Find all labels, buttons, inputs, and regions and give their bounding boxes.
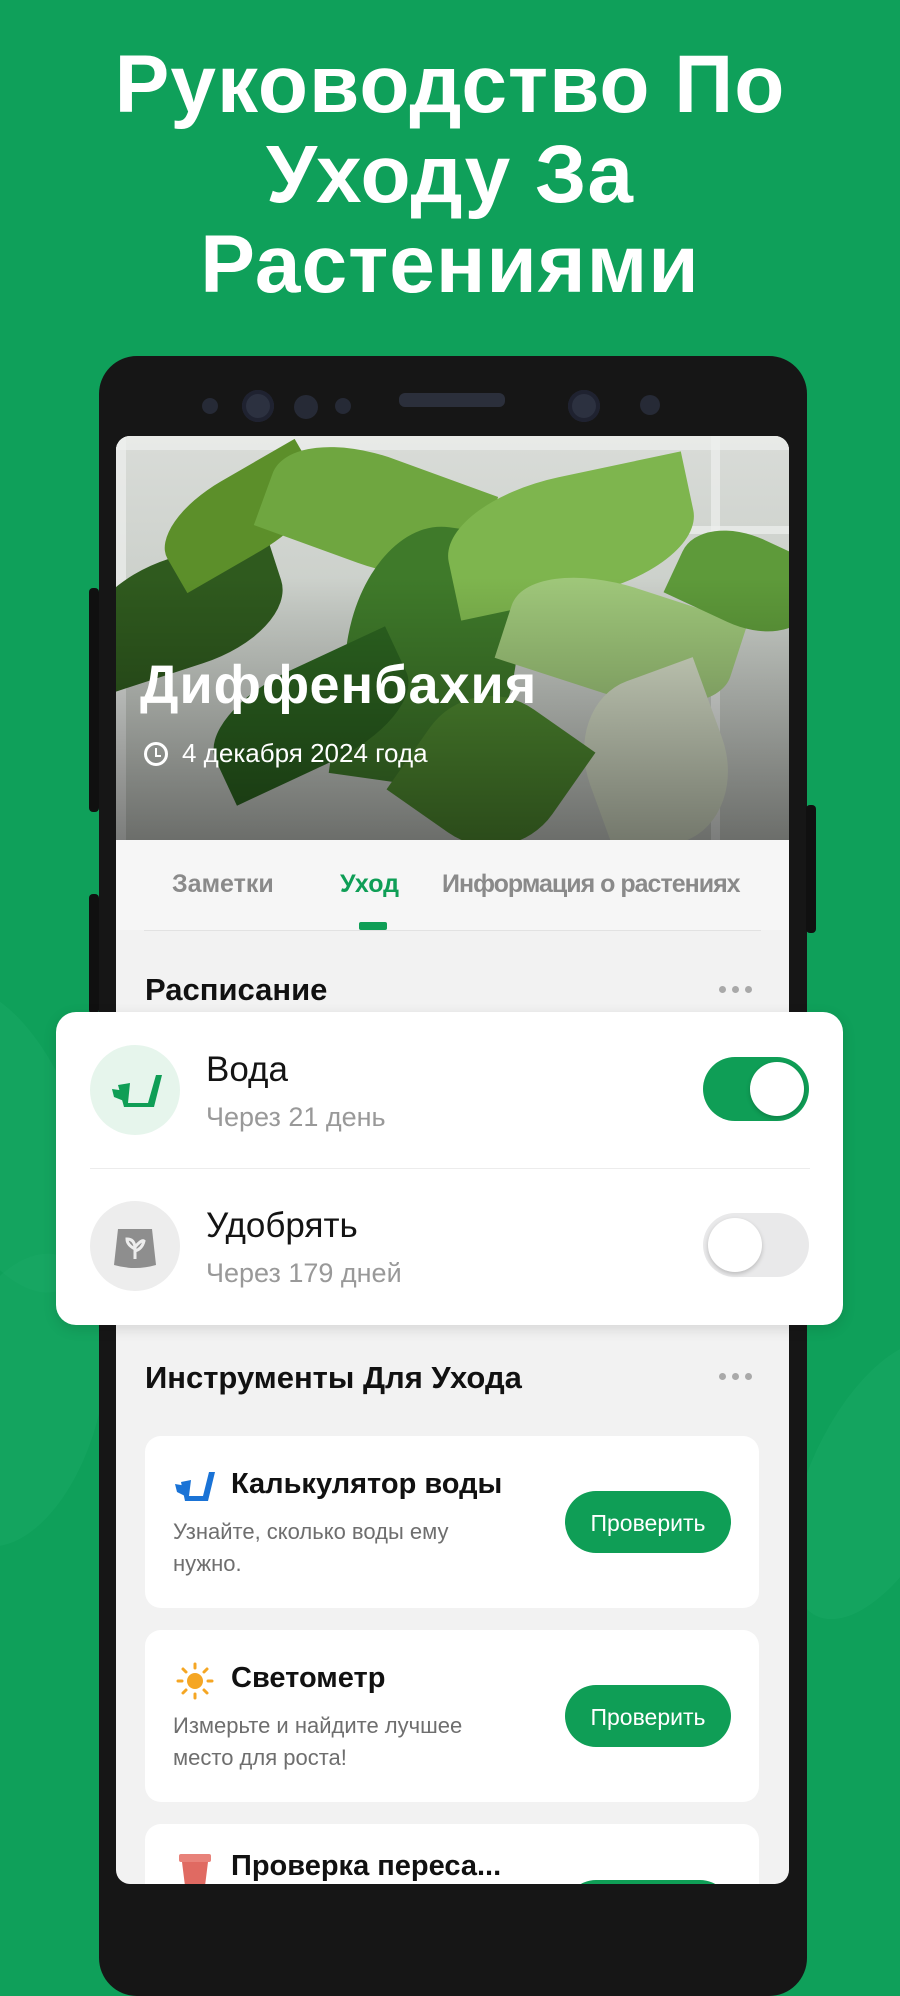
care-tools-more-icon[interactable] xyxy=(719,1373,752,1380)
plant-tabs: Заметки Уход Информация о растениях xyxy=(116,840,789,931)
tool-card-repot-check: Проверка переса... xyxy=(145,1824,759,1884)
schedule-title: Расписание xyxy=(145,972,328,1007)
schedule-row-water: Вода Через 21 день xyxy=(56,1012,843,1168)
toggle-knob xyxy=(750,1062,804,1116)
tool-name: Светометр xyxy=(231,1662,386,1694)
plant-name: Диффенбахия xyxy=(140,655,538,715)
schedule-more-icon[interactable] xyxy=(719,986,752,993)
plant-hero-image: Диффенбахия 4 декабря 2024 года xyxy=(116,436,789,840)
schedule-item-name: Вода xyxy=(206,1050,288,1089)
tool-name: Проверка переса... xyxy=(231,1850,502,1882)
sun-icon xyxy=(176,1662,214,1700)
front-camera xyxy=(568,390,600,422)
schedule-item-due: Через 21 день xyxy=(206,1102,386,1132)
active-tab-indicator xyxy=(359,922,387,930)
front-sensor xyxy=(335,398,351,414)
plant-date-row: 4 декабря 2024 года xyxy=(144,738,428,769)
tool-card-water-calculator: Калькулятор воды Узнайте, сколько воды е… xyxy=(145,1436,759,1608)
check-light-button[interactable]: Проверить xyxy=(565,1685,731,1747)
phone-side-button xyxy=(806,805,816,933)
schedule-item-due: Через 179 дней xyxy=(206,1258,402,1288)
check-repot-button[interactable] xyxy=(565,1880,731,1884)
water-toggle[interactable] xyxy=(703,1057,809,1121)
clock-icon xyxy=(144,741,168,766)
fertilizer-icon-circle xyxy=(90,1201,180,1291)
promo-headline: Руководство По Уходу За Растениями xyxy=(0,40,900,310)
fertilize-toggle[interactable] xyxy=(703,1213,809,1277)
tab-care[interactable]: Уход xyxy=(340,870,399,899)
headline-line: Растениями xyxy=(200,219,700,310)
front-sensor xyxy=(202,398,218,414)
front-sensor xyxy=(294,395,318,419)
tool-card-light-meter: Светометр Измерьте и найдите лучшее мест… xyxy=(145,1630,759,1802)
watering-can-icon xyxy=(112,1075,162,1107)
pot-icon xyxy=(179,1854,211,1884)
toggle-knob xyxy=(708,1218,762,1272)
screen-clip: Проверка переса... xyxy=(116,1800,789,1884)
phone-side-button xyxy=(89,588,99,812)
phone-side-button xyxy=(89,894,99,1014)
plant-date: 4 декабря 2024 года xyxy=(182,738,428,768)
schedule-card: Вода Через 21 день Удобрять Через 179 дн… xyxy=(56,1012,843,1325)
tab-plant-info[interactable]: Информация о растениях xyxy=(442,870,741,899)
earpiece-speaker xyxy=(399,393,505,407)
tool-description: Узнайте, сколько воды ему нужно. xyxy=(173,1519,449,1576)
headline-line: Уходу За xyxy=(266,129,634,220)
schedule-item-name: Удобрять xyxy=(206,1206,358,1245)
hero-gradient-overlay xyxy=(116,436,789,840)
check-water-button[interactable]: Проверить xyxy=(565,1491,731,1553)
fertilizer-bag-icon xyxy=(114,1229,156,1268)
schedule-row-fertilize: Удобрять Через 179 дней xyxy=(56,1168,843,1324)
front-camera xyxy=(242,390,274,422)
tool-name: Калькулятор воды xyxy=(231,1468,503,1500)
tool-description: Измерьте и найдите лучшее место для рост… xyxy=(173,1713,463,1770)
tabs-divider xyxy=(144,930,761,931)
front-sensor xyxy=(640,395,660,415)
headline-line: Руководство По xyxy=(114,39,786,130)
watering-icon-circle xyxy=(90,1045,180,1135)
care-tools-title: Инструменты Для Ухода xyxy=(145,1360,522,1395)
watering-can-icon xyxy=(175,1472,215,1501)
tab-notes[interactable]: Заметки xyxy=(172,870,274,899)
